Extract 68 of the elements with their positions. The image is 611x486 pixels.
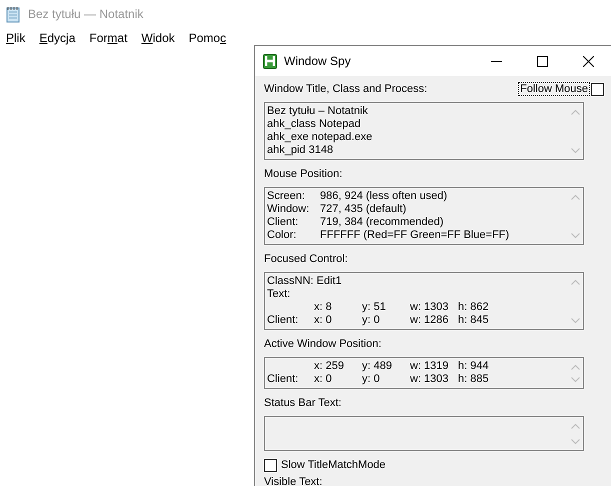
section-label: Visible Text: (264, 475, 324, 486)
text-area[interactable]: Screen: 986, 924 (less often used) Window: 727, 435 (default) Client: 719, 384 (recommended) Color: FFFFFF (Red=FF Green=FF Blue=FF) (264, 187, 584, 245)
field-value: 727, 435 (default) (320, 203, 406, 216)
text-line: ClassNN: Edit1 (267, 275, 343, 288)
field-value: h: 885 (458, 373, 490, 386)
text-area[interactable]: Bez tytułu – Notatnik ahk_class Notepad ahk_exe notepad.exe ahk_pid 3148 (264, 102, 584, 160)
scroll-up-icon (571, 109, 580, 115)
text-line: Text: (267, 288, 292, 301)
field-value: y: 0 (362, 373, 381, 386)
window-title: Bez tytułu — Notatnik (28, 7, 144, 21)
checkbox-label[interactable]: Slow TitleMatchMode (281, 459, 386, 471)
field-value: w: 1303 (410, 373, 450, 386)
section-label: Active Window Position: (264, 338, 382, 350)
field-value: x: 0 (314, 314, 333, 327)
menu-item[interactable]: Plik (6, 31, 26, 45)
field-value: h: 845 (458, 314, 490, 327)
field-label: Screen: (267, 190, 306, 203)
field-value: x: 8 (314, 301, 333, 314)
field-value: 986, 924 (less often used) (320, 190, 448, 203)
field-value: x: 259 (314, 360, 345, 373)
field-value: x: 0 (314, 373, 333, 386)
scroll-down-icon (571, 377, 580, 383)
field-value: y: 489 (362, 360, 393, 373)
scroll-up-icon (571, 194, 580, 200)
scroll-up-icon (571, 279, 580, 285)
text-line: ahk_exe notepad.exe (267, 131, 374, 144)
text-area[interactable] (264, 416, 584, 451)
scroll-down-icon (571, 148, 580, 154)
scroll-down-icon (571, 233, 580, 239)
field-value: h: 862 (458, 301, 490, 314)
menu-item[interactable]: Pomoc (188, 31, 226, 45)
field-label: Client: (267, 373, 300, 386)
field-label: Client: (267, 216, 300, 229)
checkbox[interactable] (591, 82, 604, 96)
maximize-icon (536, 56, 548, 66)
menu-item[interactable]: Format (89, 31, 128, 45)
scroll-down-icon (571, 439, 580, 445)
section-label: Focused Control: (264, 253, 348, 265)
field-value: w: 1319 (410, 360, 450, 373)
checkbox-label[interactable]: Follow Mouse (519, 83, 589, 95)
field-value: y: 0 (362, 314, 381, 327)
notepad-icon (6, 6, 20, 22)
field-value: h: 944 (458, 360, 490, 373)
text-line: ahk_class Notepad (267, 118, 362, 131)
scroll-up-icon (571, 364, 580, 370)
field-value: 719, 384 (recommended) (320, 216, 444, 229)
text-line: Bez tytułu – Notatnik (267, 105, 369, 118)
menu-item[interactable]: Widok (141, 31, 175, 45)
field-value: w: 1286 (410, 314, 450, 327)
section-label: Window Title, Class and Process: (264, 83, 428, 95)
close-icon (582, 56, 594, 66)
window-title: Window Spy (284, 54, 351, 68)
checkbox[interactable] (264, 458, 277, 472)
text-area[interactable]: ClassNN: Edit1 Text: x: 8 y: 51 w: 1303 h: 862 Client: x: 0 y: 0 w: 1286 h: 845 (264, 272, 584, 330)
scroll-up-icon (571, 423, 580, 429)
field-value: y: 51 (362, 301, 387, 314)
field-label: Window: (267, 203, 310, 216)
menu-item[interactable]: Edycja (39, 31, 76, 45)
text-line: ahk_pid 3148 (267, 144, 334, 157)
field-label: Client: (267, 314, 300, 327)
field-value: FFFFFF (Red=FF Green=FF Blue=FF) (320, 229, 510, 242)
text-area[interactable]: x: 259 y: 489 w: 1319 h: 944 Client: x: 0 y: 0 w: 1303 h: 885 (264, 357, 584, 389)
scroll-down-icon (571, 318, 580, 324)
app-icon (263, 54, 277, 68)
section-label: Status Bar Text: (264, 397, 342, 409)
section-label: Mouse Position: (264, 168, 342, 180)
field-label: Color: (267, 229, 298, 242)
field-value: w: 1303 (410, 301, 450, 314)
